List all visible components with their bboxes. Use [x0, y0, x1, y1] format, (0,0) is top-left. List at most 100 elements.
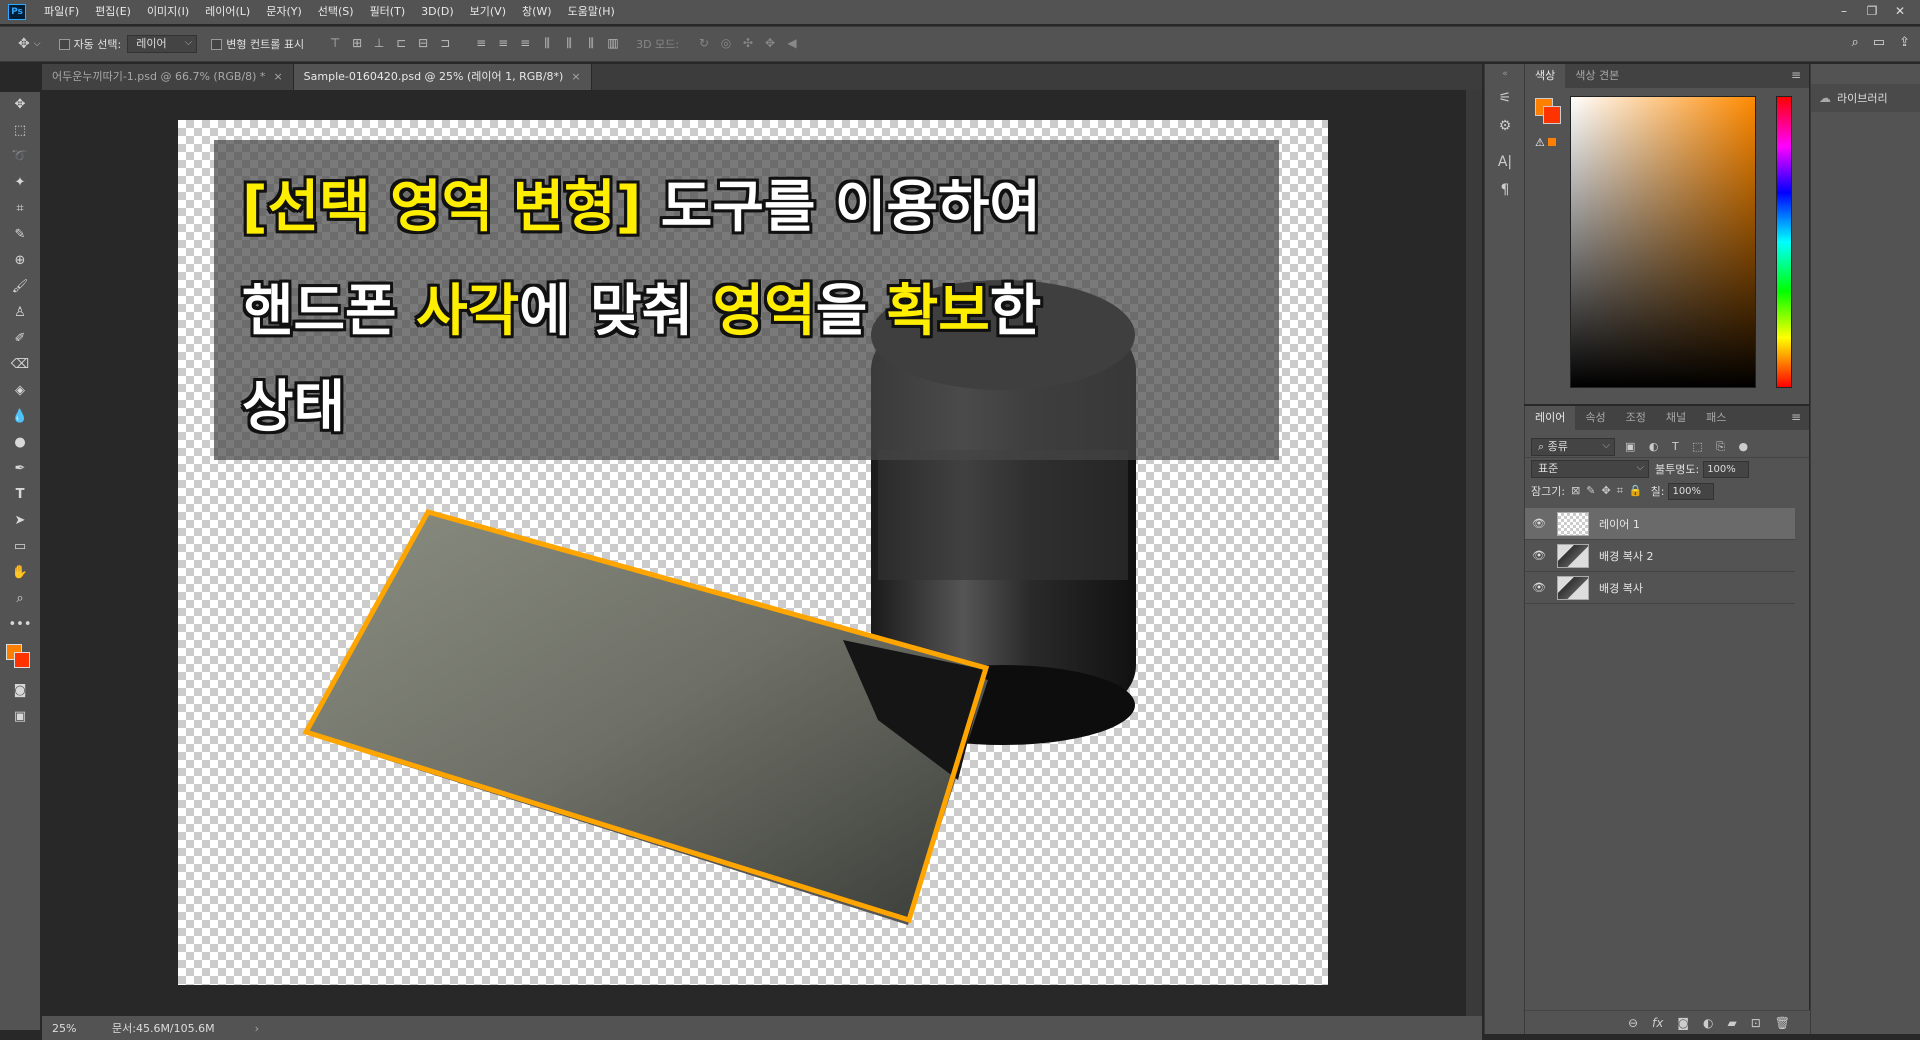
scale-3d-icon[interactable]: ◀ [781, 36, 803, 52]
magic-wand-tool-icon[interactable]: ✦ [0, 170, 40, 196]
menu-window[interactable]: 창(W) [514, 0, 560, 24]
add-mask-icon[interactable]: ◙ [1677, 1016, 1689, 1030]
workspace-icon[interactable]: ▭ [1873, 35, 1885, 50]
properties-panel-icon[interactable]: ⚙ [1485, 112, 1525, 140]
align-bottom-icon[interactable]: ⊥ [368, 36, 390, 52]
clone-stamp-tool-icon[interactable]: ♙ [0, 300, 40, 326]
orbit-3d-icon[interactable]: ↻ [693, 36, 715, 52]
pan-3d-icon[interactable]: ✣ [737, 36, 759, 52]
pixel-filter-icon[interactable]: ▣ [1625, 440, 1635, 453]
menu-type[interactable]: 문자(Y) [258, 0, 310, 24]
menu-select[interactable]: 선택(S) [310, 0, 362, 24]
distribute-hcenter-icon[interactable]: ⫼ [558, 36, 580, 52]
close-icon[interactable]: × [571, 70, 580, 83]
lock-icons[interactable]: ⊠✎✥⌗🔒 [1571, 484, 1649, 498]
restore-button[interactable]: ❐ [1858, 0, 1886, 22]
eye-icon[interactable]: 👁 [1525, 581, 1553, 594]
hue-slider[interactable] [1776, 96, 1792, 388]
auto-select-dropdown[interactable]: 레이어 [127, 35, 198, 53]
color-swatches[interactable] [0, 638, 40, 678]
align-hcenter-icon[interactable]: ⊟ [412, 36, 434, 52]
spot-healing-tool-icon[interactable]: ⊕ [0, 248, 40, 274]
more-tools-icon[interactable]: ••• [0, 612, 40, 638]
menu-3d[interactable]: 3D(D) [413, 0, 462, 24]
transform-controls-checkbox[interactable] [211, 38, 223, 50]
marquee-tool-icon[interactable]: ⬚ [0, 118, 40, 144]
shape-filter-icon[interactable]: ⬚ [1692, 440, 1702, 453]
paint-bucket-tool-icon[interactable]: ◈ [0, 378, 40, 404]
opacity-input[interactable]: 100% [1703, 460, 1750, 478]
layer-name[interactable]: 레이어 1 [1599, 516, 1640, 532]
adjustment-layer-icon[interactable]: ◐ [1703, 1016, 1713, 1030]
close-icon[interactable]: × [273, 70, 282, 83]
background-color-chip[interactable] [1543, 106, 1561, 124]
zoom-tool-icon[interactable]: ⌕ [0, 586, 40, 612]
adjustment-filter-icon[interactable]: ◐ [1649, 440, 1659, 453]
type-tool-icon[interactable]: T [0, 482, 40, 508]
distribute-left-icon[interactable]: ⫼ [536, 36, 558, 52]
screen-mode-icon[interactable]: ▣ [0, 704, 40, 730]
search-icon[interactable]: ⌕ [1852, 35, 1859, 50]
align-left-icon[interactable]: ⊏ [390, 36, 412, 52]
move-tool-icon[interactable]: ✥ [0, 92, 40, 118]
vertical-scrollbar[interactable] [1466, 90, 1482, 1016]
distribute-vcenter-icon[interactable]: ≡ [492, 36, 514, 52]
auto-align-icon[interactable]: ▥ [602, 36, 624, 52]
layer-filter-dropdown[interactable]: ⌕ 종류 [1531, 437, 1615, 456]
background-color-swatch[interactable] [14, 652, 30, 668]
share-icon[interactable]: ⇪ [1899, 35, 1910, 50]
menu-help[interactable]: 도움말(H) [560, 0, 623, 24]
warning-icon[interactable]: ⚠ [1535, 136, 1556, 149]
tab-properties[interactable]: 속성 [1575, 406, 1615, 430]
trash-icon[interactable]: 🗑 [1775, 1016, 1790, 1030]
tab-paths[interactable]: 패스 [1696, 406, 1736, 430]
menu-layer[interactable]: 레이어(L) [197, 0, 258, 24]
layer-row[interactable]: 👁 레이어 1 [1525, 508, 1795, 540]
pen-tool-icon[interactable]: ✒ [0, 456, 40, 482]
brush-tool-icon[interactable]: 🖌 [0, 274, 40, 300]
distribute-bottom-icon[interactable]: ≡ [514, 36, 536, 52]
tab-document-2[interactable]: Sample-0160420.psd @ 25% (레이어 1, RGB/8*)… [293, 64, 592, 90]
menu-file[interactable]: 파일(F) [36, 0, 87, 24]
quick-mask-icon[interactable]: ◙ [0, 678, 40, 704]
menu-image[interactable]: 이미지(I) [139, 0, 197, 24]
paragraph-panel-icon[interactable]: ¶ [1485, 176, 1525, 204]
layer-row[interactable]: 👁 배경 복사 [1525, 572, 1795, 604]
close-button[interactable]: ✕ [1886, 0, 1914, 22]
tab-document-1[interactable]: 어두운누끼따기-1.psd @ 66.7% (RGB/8) * × [42, 64, 294, 90]
fill-input[interactable]: 100% [1668, 482, 1715, 500]
libraries-panel-button[interactable]: ☁ 라이브러리 [1811, 84, 1920, 112]
tab-color[interactable]: 색상 [1525, 64, 1566, 88]
menu-view[interactable]: 보기(V) [462, 0, 514, 24]
document-size[interactable]: 문서:45.6M/105.6M [112, 1020, 215, 1036]
type-filter-icon[interactable]: T [1672, 440, 1679, 453]
new-layer-icon[interactable]: ⊡ [1751, 1016, 1761, 1030]
chevron-right-icon[interactable]: › [255, 1022, 259, 1035]
menu-edit[interactable]: 편집(E) [87, 0, 139, 24]
chevron-down-icon[interactable]: ⌵ [34, 39, 41, 49]
distribute-top-icon[interactable]: ≡ [470, 36, 492, 52]
align-right-icon[interactable]: ⊐ [434, 36, 456, 52]
saturation-value-field[interactable] [1570, 96, 1756, 388]
panel-menu-icon[interactable]: ≡ [1791, 68, 1801, 82]
history-brush-tool-icon[interactable]: ✐ [0, 326, 40, 352]
smart-object-filter-icon[interactable]: ⎘ [1716, 440, 1725, 453]
auto-select-checkbox[interactable] [58, 38, 70, 50]
minimize-button[interactable]: – [1830, 0, 1858, 22]
menu-filter[interactable]: 필터(T) [362, 0, 414, 24]
hand-tool-icon[interactable]: ✋ [0, 560, 40, 586]
move-tool-icon[interactable]: ✥ [18, 36, 30, 52]
history-panel-icon[interactable]: ⚟ [1485, 84, 1525, 112]
crop-tool-icon[interactable]: ⌗ [0, 196, 40, 222]
document-canvas[interactable]: [선택 영역 변형] 도구를 이용하여 핸드폰 사각에 맞춰 영역을 확보한 상… [178, 120, 1328, 985]
fx-icon[interactable]: fx [1652, 1016, 1663, 1030]
rectangle-tool-icon[interactable]: ▭ [0, 534, 40, 560]
eye-icon[interactable]: 👁 [1525, 549, 1553, 562]
layer-name[interactable]: 배경 복사 [1599, 580, 1643, 596]
eyedropper-tool-icon[interactable]: ✎ [0, 222, 40, 248]
path-selection-tool-icon[interactable]: ➤ [0, 508, 40, 534]
layer-name[interactable]: 배경 복사 2 [1599, 548, 1653, 564]
blur-tool-icon[interactable]: 💧 [0, 404, 40, 430]
new-group-icon[interactable]: ▰ [1727, 1016, 1736, 1030]
filter-toggle-icon[interactable]: ● [1738, 440, 1748, 453]
